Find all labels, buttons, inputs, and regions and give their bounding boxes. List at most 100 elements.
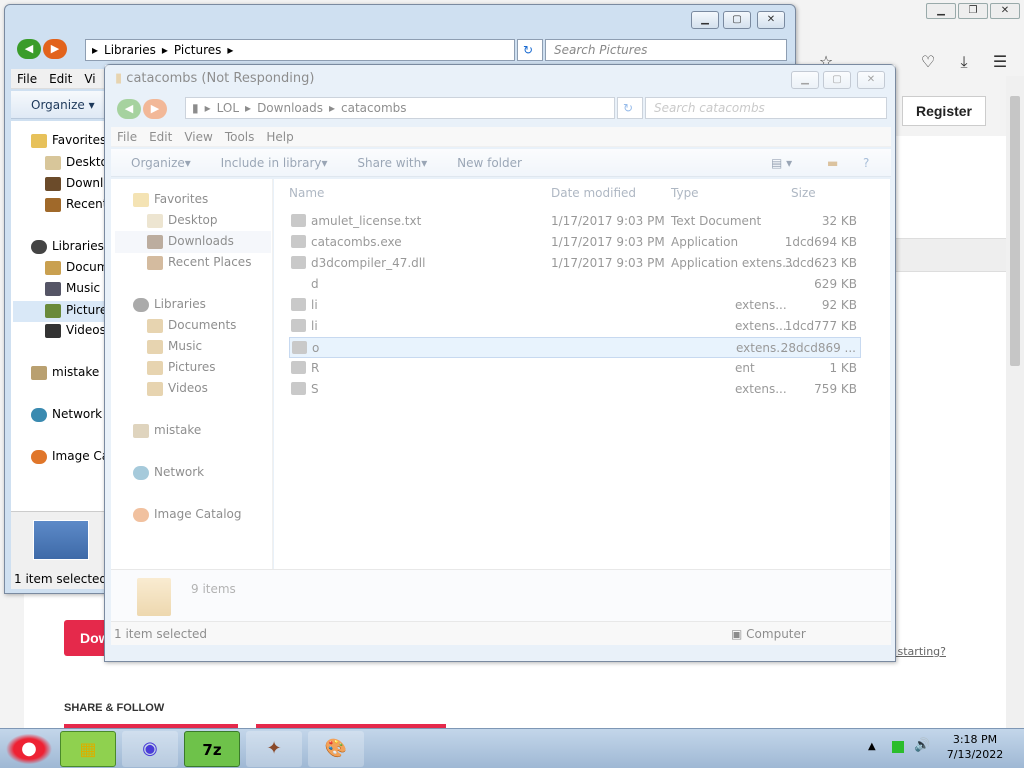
table-row[interactable]: li extens... 92 KB: [289, 295, 861, 316]
breadcrumb-catacombs[interactable]: catacombs: [341, 101, 407, 115]
app-taskbar-button[interactable]: ✦: [246, 731, 302, 767]
nav-documents[interactable]: Documents: [147, 318, 236, 333]
forward-button[interactable]: ▶: [143, 99, 167, 119]
nav-music[interactable]: Music: [45, 281, 100, 296]
breadcrumb-lol[interactable]: LOL: [217, 101, 239, 115]
help-icon[interactable]: ?: [863, 149, 869, 177]
browser-minimize-button[interactable]: ▁: [926, 3, 956, 19]
7zip-taskbar-button[interactable]: 7z: [184, 731, 240, 767]
show-hidden-icons[interactable]: ▲: [868, 741, 876, 752]
tray-app-icon[interactable]: [892, 741, 904, 753]
menu-icon[interactable]: ☰: [990, 52, 1010, 74]
nav-music[interactable]: Music: [147, 339, 202, 354]
minimize-button[interactable]: ▁: [791, 71, 819, 89]
nav-mistake[interactable]: mistake: [133, 423, 201, 438]
menu-edit[interactable]: Edit: [149, 127, 172, 147]
new-folder-button[interactable]: New folder: [457, 149, 522, 177]
organize-button[interactable]: Organize: [31, 91, 85, 119]
nav-pictures[interactable]: Pictures: [13, 301, 114, 322]
minimize-button[interactable]: ▁: [691, 11, 719, 29]
organize-button[interactable]: Organize: [131, 149, 185, 177]
scrollbar-thumb[interactable]: [1010, 96, 1020, 366]
address-bar[interactable]: ▮ ▸ LOL ▸ Downloads ▸ catacombs: [185, 97, 615, 119]
nav-recent[interactable]: Recent Places: [147, 255, 251, 270]
paint-taskbar-button[interactable]: 🎨: [308, 731, 364, 767]
nav-network[interactable]: Network: [31, 407, 102, 422]
breadcrumb-downloads[interactable]: Downloads: [257, 101, 323, 115]
nav-favorites[interactable]: Favorites: [31, 133, 106, 148]
view-options-icon[interactable]: ▤ ▾: [771, 149, 792, 177]
table-row[interactable]: li extens... 1dcd777 KB: [289, 316, 861, 337]
pocket-icon[interactable]: ♡: [918, 52, 938, 74]
menu-edit[interactable]: Edit: [49, 69, 72, 89]
nav-image-catalog[interactable]: Image Cat: [31, 449, 114, 464]
nav-pictures[interactable]: Pictures: [147, 360, 216, 375]
table-row[interactable]: Sextens... 759 KB: [289, 379, 861, 400]
breadcrumb-pictures[interactable]: Pictures: [174, 43, 222, 57]
volume-icon[interactable]: 🔊: [914, 738, 930, 753]
catacombs-explorer-window[interactable]: ▮ catacombs (Not Responding) ▁ ▢ ✕ ◀ ▶ ▮…: [104, 64, 896, 662]
close-button[interactable]: ✕: [757, 11, 785, 29]
system-clock[interactable]: 3:18 PM 7/13/2022: [940, 732, 1010, 762]
back-button[interactable]: ◀: [117, 99, 141, 119]
menu-tools[interactable]: Tools: [225, 127, 255, 147]
table-row[interactable]: d 629 KB: [289, 274, 861, 295]
back-button[interactable]: ◀: [17, 39, 41, 59]
menu-view[interactable]: View: [184, 127, 212, 147]
table-row[interactable]: d3dcompiler_47.dll 1/17/2017 9:03 PM Appli…: [289, 253, 861, 274]
column-size[interactable]: Size: [791, 186, 816, 200]
nav-downloads[interactable]: Downloads: [115, 231, 271, 253]
menu-file[interactable]: File: [17, 69, 37, 89]
refresh-button[interactable]: ↻: [617, 97, 643, 119]
explorer-taskbar-button[interactable]: ▦: [60, 731, 116, 767]
register-button[interactable]: Register: [902, 96, 986, 126]
close-button[interactable]: ✕: [857, 71, 885, 89]
chevron-right-icon: ▸: [161, 43, 168, 57]
pictures-icon: [147, 360, 163, 375]
folder-icon: ▮: [115, 71, 123, 86]
nav-network[interactable]: Network: [133, 465, 204, 480]
command-bar: Organize ▾: [11, 91, 111, 119]
maximize-button[interactable]: ▢: [723, 11, 751, 29]
breadcrumb-libraries[interactable]: Libraries: [104, 43, 156, 57]
status-bar: 1 item selected ▣ Computer: [111, 621, 891, 645]
download-icon[interactable]: ⤓: [954, 52, 974, 74]
maximize-button[interactable]: ▢: [823, 71, 851, 89]
user-folder-icon: [133, 423, 149, 438]
nav-image-catalog[interactable]: Image Catalog: [133, 507, 241, 522]
search-input[interactable]: Search catacombs: [645, 97, 887, 119]
column-name[interactable]: Name: [289, 186, 324, 200]
table-row-selected[interactable]: o extens... 28dcd869 ...: [289, 337, 861, 358]
menu-view[interactable]: Vi: [84, 69, 95, 89]
menu-file[interactable]: File: [117, 127, 137, 147]
column-type[interactable]: Type: [671, 186, 699, 200]
refresh-button[interactable]: ↻: [517, 39, 543, 61]
browser-restore-button[interactable]: ❐: [958, 3, 988, 19]
nav-libraries[interactable]: Libraries: [31, 239, 104, 254]
nav-libraries[interactable]: Libraries: [133, 297, 206, 312]
menu-help[interactable]: Help: [266, 127, 293, 147]
browser-close-button[interactable]: ✕: [990, 3, 1020, 19]
include-in-library-button[interactable]: Include in library: [221, 149, 322, 177]
nav-videos[interactable]: Videos: [45, 323, 106, 338]
share-with-button[interactable]: Share with: [357, 149, 421, 177]
column-date-modified[interactable]: Date modified: [551, 186, 636, 200]
nav-mistake[interactable]: mistake: [31, 365, 99, 380]
address-bar[interactable]: ▸ Libraries ▸ Pictures ▸: [85, 39, 515, 61]
details-pane: 9 items: [111, 569, 891, 621]
search-input[interactable]: Search Pictures: [545, 39, 787, 61]
navigation-pane: Favorites Desktop Downloads Recent Place…: [111, 179, 273, 569]
start-button[interactable]: ●: [2, 731, 56, 767]
nav-downloads[interactable]: Downlo: [45, 176, 111, 191]
nav-videos[interactable]: Videos: [147, 381, 208, 396]
nav-favorites[interactable]: Favorites: [133, 192, 208, 207]
nav-desktop[interactable]: Desktop: [147, 213, 218, 228]
table-row[interactable]: amulet_license.txt 1/17/2017 9:03 PM Text …: [289, 211, 861, 232]
forward-button[interactable]: ▶: [43, 39, 67, 59]
table-row[interactable]: Rent 1 KB: [289, 358, 861, 379]
table-row[interactable]: catacombs.exe 1/17/2017 9:03 PM Applicatio…: [289, 232, 861, 253]
preview-pane-icon[interactable]: ▬: [827, 149, 838, 177]
desktop-icon: [147, 213, 163, 228]
browser-scrollbar[interactable]: [1006, 76, 1024, 728]
firefox-taskbar-button[interactable]: ◉: [122, 731, 178, 767]
